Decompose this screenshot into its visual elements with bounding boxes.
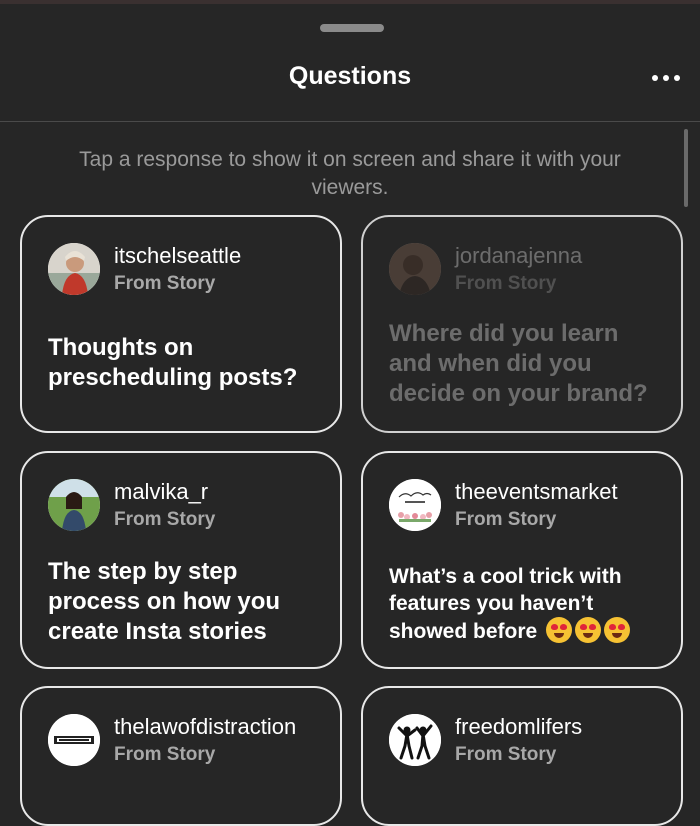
question-text: The step by step process on how you crea…: [48, 558, 281, 645]
source-label: From Story: [114, 509, 216, 530]
logo: [389, 714, 441, 766]
question-text: Thoughts on prescheduling posts?: [48, 334, 298, 391]
avatar: [389, 243, 441, 295]
source-label: From Story: [455, 509, 557, 530]
question-card[interactable]: thelawofdistraction From Story: [20, 686, 342, 826]
logo: [389, 479, 441, 531]
avatar: [48, 479, 100, 531]
heart-eyes-emoji-icon: [604, 617, 631, 643]
source-label: From Story: [455, 273, 557, 294]
username: thelawofdistraction: [114, 714, 297, 739]
header-divider: [0, 121, 700, 122]
heart-eyes-emoji-icon: [575, 617, 602, 643]
sheet-title: Questions: [288, 62, 412, 90]
question-text: Where did you learn and when did you dec…: [389, 320, 648, 407]
source-label: From Story: [114, 273, 216, 294]
source-label: From Story: [114, 744, 216, 765]
username: jordanajenna: [455, 243, 583, 268]
source-label: From Story: [455, 744, 557, 765]
sheet-grabber-handle[interactable]: [320, 24, 384, 32]
question-container: What’s a cool trick with features you ha…: [389, 563, 663, 645]
avatar: [48, 243, 100, 295]
username: itschelseattle: [114, 243, 242, 268]
question-card[interactable]: itschelseattle From Story Thoughts on pr…: [20, 215, 342, 433]
heart-eyes-emoji-icon: [546, 617, 573, 643]
question-card[interactable]: theeventsmarket From Story What’s a cool…: [361, 451, 683, 669]
question-card[interactable]: malvika_r From Story The step by step pr…: [20, 451, 342, 669]
username: freedomlifers: [455, 714, 583, 739]
scrollbar[interactable]: [684, 129, 688, 207]
ellipsis-icon[interactable]: [652, 74, 680, 82]
username: theeventsmarket: [455, 479, 618, 504]
instruction-text: Tap a response to show it on screen and …: [79, 148, 621, 199]
questions-sheet: Questions Tap a response to show it on s…: [0, 4, 700, 826]
logo: [48, 714, 100, 766]
question-card[interactable]: jordanajenna From Story Where did you le…: [361, 215, 683, 433]
username: malvika_r: [114, 479, 209, 504]
question-card[interactable]: freedomlifers From Story: [361, 686, 683, 826]
